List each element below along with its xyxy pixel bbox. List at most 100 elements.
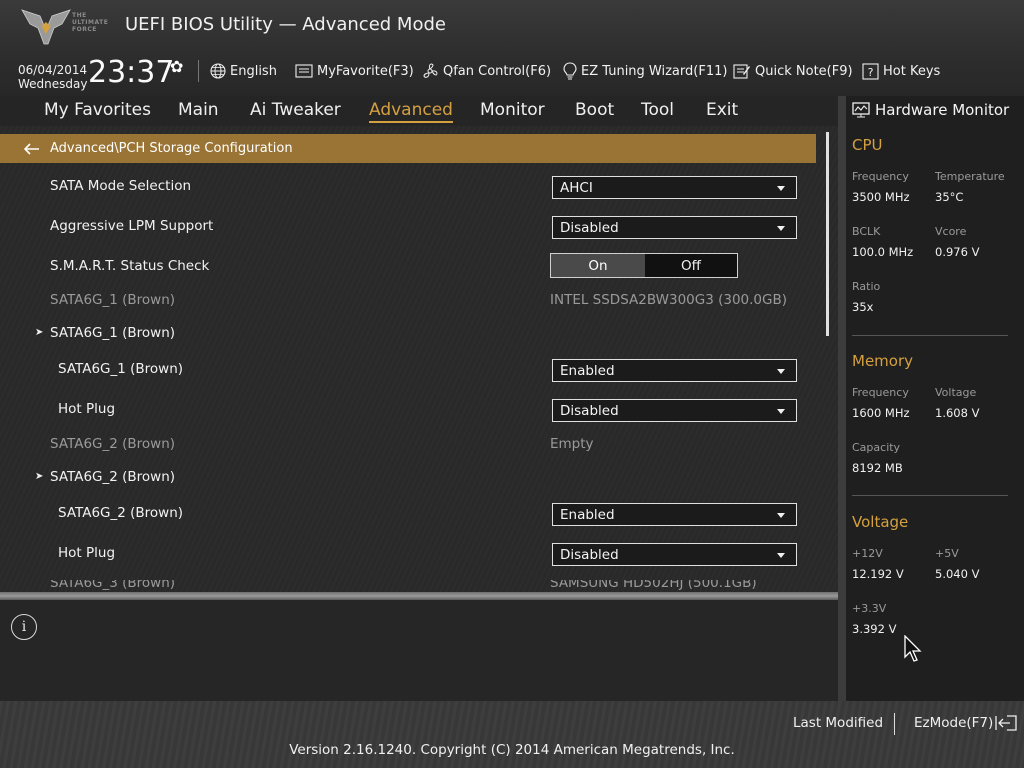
qfan-control-button[interactable]: Qfan Control(F6)	[421, 61, 551, 81]
tab-main[interactable]: Main	[178, 100, 219, 120]
cpu-frequency-label: Frequency	[852, 170, 909, 183]
cpu-temperature-label: Temperature	[935, 170, 1005, 183]
ez-tuning-wizard-label: EZ Tuning Wizard(F11)	[581, 63, 728, 79]
expand-arrow-icon: ➤	[35, 471, 44, 482]
back-arrow-icon[interactable]	[24, 142, 40, 155]
hot-keys-button[interactable]: ? Hot Keys	[862, 61, 940, 81]
port2-enable-label: SATA6G_2 (Brown)	[58, 505, 184, 521]
chevron-down-icon	[777, 513, 785, 518]
chevron-down-icon	[777, 409, 785, 414]
hardware-monitor-label: Hardware Monitor	[875, 101, 1010, 119]
cpu-temperature-value: 35°C	[935, 190, 964, 204]
v33-label: +3.3V	[852, 602, 887, 615]
toggle-on[interactable]: On	[551, 254, 645, 277]
language-button[interactable]: English	[210, 61, 277, 81]
chevron-down-icon	[777, 553, 785, 558]
myfavorite-icon	[295, 64, 313, 78]
port1-enable-label: SATA6G_1 (Brown)	[58, 361, 184, 377]
gear-icon[interactable]: ✿	[170, 57, 183, 76]
aggressive-lpm-label: Aggressive LPM Support	[50, 218, 214, 234]
help-panel: i	[0, 600, 838, 701]
sata-mode-dropdown[interactable]: AHCI	[552, 176, 797, 199]
logo-text-line: FORCE	[72, 26, 97, 33]
app-title: UEFI BIOS Utility — Advanced Mode	[125, 14, 446, 35]
tab-exit[interactable]: Exit	[706, 100, 738, 120]
qfan-control-label: Qfan Control(F6)	[443, 63, 552, 79]
weekday-text: Wednesday	[18, 77, 88, 91]
ezmode-button[interactable]: EzMode(F7)	[914, 715, 1017, 731]
port1-info-label: SATA6G_1 (Brown)	[50, 292, 176, 308]
header: THE ULTIMATE FORCE UEFI BIOS Utility — A…	[0, 0, 1024, 96]
v5-label: +5V	[935, 547, 959, 560]
breadcrumb-path: Advanced\PCH Storage Configuration	[50, 141, 293, 156]
memory-frequency-label: Frequency	[852, 386, 909, 399]
dropdown-value: Disabled	[560, 219, 619, 236]
globe-icon	[210, 63, 226, 79]
memory-voltage-value: 1.608 V	[935, 406, 980, 420]
sidebar-divider	[838, 96, 846, 701]
monitor-icon	[852, 102, 870, 118]
port1-hotplug-dropdown[interactable]: Disabled	[552, 399, 797, 422]
aggressive-lpm-dropdown[interactable]: Disabled	[552, 216, 797, 239]
note-icon	[733, 64, 750, 79]
breadcrumb[interactable]: Advanced\PCH Storage Configuration	[0, 134, 816, 163]
sata-mode-label: SATA Mode Selection	[50, 178, 192, 194]
ratio-value: 35x	[852, 300, 874, 314]
dropdown-value: Disabled	[560, 402, 619, 419]
tab-advanced[interactable]: Advanced	[369, 100, 453, 123]
tab-boot[interactable]: Boot	[575, 100, 614, 120]
chevron-down-icon	[777, 186, 785, 191]
logo-text-line: ULTIMATE	[72, 19, 109, 26]
cpu-heading: CPU	[852, 136, 883, 154]
logo-text: THE ULTIMATE FORCE	[72, 12, 108, 33]
port2-group[interactable]: SATA6G_2 (Brown)	[50, 469, 175, 485]
chevron-down-icon	[777, 369, 785, 374]
dropdown-value: Enabled	[560, 362, 615, 379]
bulb-icon	[563, 62, 577, 80]
main-tabs: My Favorites Main Ai Tweaker Advanced Mo…	[0, 96, 838, 126]
port1-group[interactable]: SATA6G_1 (Brown)	[50, 325, 175, 341]
memory-voltage-label: Voltage	[935, 386, 977, 399]
date-display: 06/04/2014 Wednesday	[18, 63, 87, 91]
capacity-value: 8192 MB	[852, 461, 903, 475]
tab-my-favorites[interactable]: My Favorites	[44, 100, 151, 120]
smart-status-toggle[interactable]: On Off	[550, 253, 738, 278]
port2-hotplug-dropdown[interactable]: Disabled	[552, 543, 797, 566]
section-divider	[852, 495, 1008, 496]
bclk-label: BCLK	[852, 225, 881, 238]
ez-tuning-wizard-button[interactable]: EZ Tuning Wizard(F11)	[563, 61, 727, 81]
cpu-frequency-value: 3500 MHz	[852, 190, 910, 204]
port1-hotplug-label: Hot Plug	[58, 401, 116, 417]
port2-enable-dropdown[interactable]: Enabled	[552, 503, 797, 526]
v5-value: 5.040 V	[935, 567, 980, 581]
v12-value: 12.192 V	[852, 567, 904, 581]
voltage-heading: Voltage	[852, 513, 909, 531]
mouse-cursor	[904, 635, 922, 662]
clock[interactable]: 23:37	[88, 55, 174, 90]
toggle-off[interactable]: Off	[645, 254, 737, 277]
tab-monitor[interactable]: Monitor	[480, 100, 545, 120]
port3-info-label: SATA6G_3 (Brown)	[50, 580, 176, 591]
quick-note-button[interactable]: Quick Note(F9)	[733, 61, 853, 81]
footer: Last Modified EzMode(F7) Version 2.16.12…	[0, 701, 1024, 768]
myfavorite-button[interactable]: MyFavorite(F3)	[295, 61, 414, 81]
port3-device: SAMSUNG HD502HJ (500.1GB)	[550, 580, 757, 591]
fan-icon	[423, 63, 438, 78]
scrollbar[interactable]	[826, 132, 829, 336]
hot-keys-label: Hot Keys	[883, 63, 941, 79]
info-icon: i	[11, 614, 37, 640]
memory-frequency-value: 1600 MHz	[852, 406, 910, 420]
tab-tool[interactable]: Tool	[641, 100, 674, 120]
last-modified-button[interactable]: Last Modified	[793, 715, 883, 731]
logo-text-line: THE	[72, 12, 87, 19]
port1-enable-dropdown[interactable]: Enabled	[552, 359, 797, 382]
language-label: English	[230, 63, 277, 79]
ratio-label: Ratio	[852, 280, 881, 293]
section-divider	[852, 335, 1008, 336]
vcore-value: 0.976 V	[935, 245, 980, 259]
port2-hotplug-label: Hot Plug	[58, 545, 116, 561]
tab-ai-tweaker[interactable]: Ai Tweaker	[250, 100, 341, 120]
panel-divider	[0, 592, 838, 600]
vcore-label: Vcore	[935, 225, 967, 238]
v12-label: +12V	[852, 547, 883, 560]
